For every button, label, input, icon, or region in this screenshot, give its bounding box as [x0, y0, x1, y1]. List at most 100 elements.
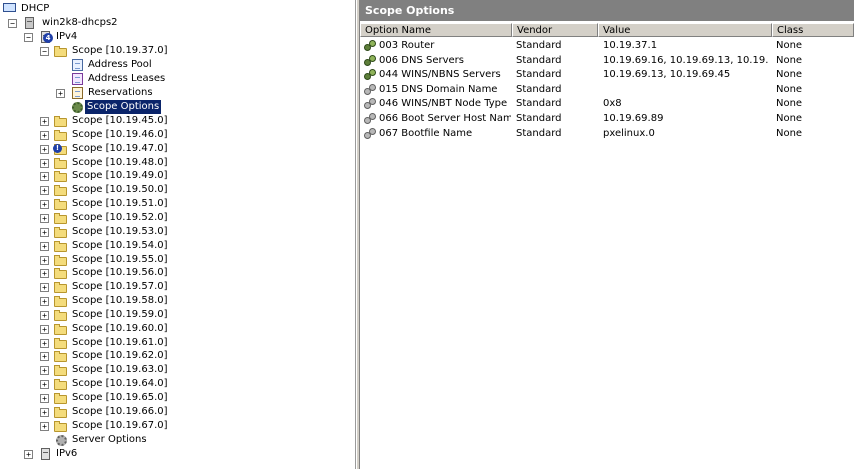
folder-icon: [53, 308, 69, 322]
expand-toggle[interactable]: +: [40, 408, 49, 417]
column-header-option-name[interactable]: Option Name: [360, 23, 512, 37]
tree-label: Scope [10.19.67.0]: [72, 420, 168, 431]
pane-title: Scope Options: [360, 0, 854, 21]
details-pane: Scope Options Option Name Vendor Value C…: [360, 0, 854, 469]
collapse-toggle[interactable]: −: [24, 33, 33, 42]
option-value: 10.19.69.16, 10.19.69.13, 10.19.6...: [603, 55, 769, 66]
option-name: 066 Boot Server Host Name: [379, 113, 511, 124]
gear-icon: [364, 69, 376, 81]
tree-label: Scope [10.19.60.0]: [72, 323, 168, 334]
option-row[interactable]: 066 Boot Server Host Name Standard 10.19.6…: [360, 112, 854, 126]
option-vendor: Standard: [516, 128, 562, 139]
option-row[interactable]: 003 Router Standard 10.19.37.1 None: [360, 39, 854, 53]
folder-icon: [53, 294, 69, 308]
expand-toggle[interactable]: +: [40, 117, 49, 126]
expand-toggle[interactable]: +: [40, 145, 49, 154]
option-value: 0x8: [603, 98, 622, 109]
column-header-class[interactable]: Class: [772, 23, 854, 37]
expand-toggle[interactable]: +: [40, 214, 49, 223]
option-class: None: [776, 128, 803, 139]
tree-label: IPv6: [56, 448, 78, 459]
option-class: None: [776, 113, 803, 124]
folder-icon: [53, 239, 69, 253]
folder-icon: [53, 169, 69, 183]
column-header-vendor[interactable]: Vendor: [512, 23, 598, 37]
tree-label: Scope [10.19.50.0]: [72, 184, 168, 195]
option-value: 10.19.37.1: [603, 40, 658, 51]
address-pool-icon: [70, 58, 86, 72]
expand-toggle[interactable]: +: [40, 352, 49, 361]
folder-icon: [53, 280, 69, 294]
option-vendor: Standard: [516, 55, 562, 66]
option-vendor: Standard: [516, 98, 562, 109]
tree-label-selected: Scope Options: [83, 99, 163, 115]
tree-label: Scope [10.19.59.0]: [72, 309, 168, 320]
tree-label: win2k8-dhcps2: [42, 17, 118, 28]
option-row[interactable]: 044 WINS/NBNS Servers Standard 10.19.69.13…: [360, 68, 854, 82]
folder-icon: [53, 266, 69, 280]
server-options-icon: [54, 433, 70, 447]
column-header-value[interactable]: Value: [598, 23, 772, 37]
expand-toggle[interactable]: +: [40, 200, 49, 209]
expand-toggle[interactable]: +: [40, 325, 49, 334]
collapse-toggle[interactable]: −: [40, 47, 49, 56]
console-tree[interactable]: DHCP − win2k8-dhcps2 − 4 IPv4 − Scope [1…: [0, 0, 356, 469]
collapse-toggle[interactable]: −: [8, 19, 17, 28]
option-name: 046 WINS/NBT Node Type: [379, 98, 508, 109]
folder-icon: [53, 377, 69, 391]
folder-icon: !: [53, 142, 69, 156]
folder-icon: [53, 419, 69, 433]
option-name: 003 Router: [379, 40, 435, 51]
option-class: None: [776, 98, 803, 109]
expand-toggle[interactable]: +: [40, 366, 49, 375]
option-row[interactable]: 015 DNS Domain Name Standard None: [360, 83, 854, 97]
expand-toggle[interactable]: +: [24, 450, 33, 459]
folder-icon: [53, 225, 69, 239]
option-row[interactable]: 067 Bootfile Name Standard pxelinux.0 None: [360, 127, 854, 141]
folder-icon: [53, 156, 69, 170]
tree-label: Address Pool: [88, 59, 152, 70]
gear-icon: [364, 113, 376, 125]
folder-icon: [53, 128, 69, 142]
option-vendor: Standard: [516, 113, 562, 124]
expand-toggle[interactable]: +: [40, 269, 49, 278]
tree-label: Scope [10.19.62.0]: [72, 350, 168, 361]
option-class: None: [776, 69, 803, 80]
ipv4-icon: 4: [38, 30, 54, 44]
expand-toggle[interactable]: +: [40, 131, 49, 140]
expand-toggle[interactable]: +: [40, 394, 49, 403]
tree-label: Scope [10.19.52.0]: [72, 212, 168, 223]
option-value: pxelinux.0: [603, 128, 655, 139]
expand-toggle[interactable]: +: [40, 339, 49, 348]
expand-toggle[interactable]: +: [40, 186, 49, 195]
expand-toggle[interactable]: +: [40, 422, 49, 431]
tree-label: Scope [10.19.61.0]: [72, 337, 168, 348]
option-row[interactable]: 006 DNS Servers Standard 10.19.69.16, 10.1…: [360, 54, 854, 68]
tree-label: Scope [10.19.45.0]: [72, 115, 168, 126]
tree-label: Scope [10.19.66.0]: [72, 406, 168, 417]
expand-toggle[interactable]: +: [40, 256, 49, 265]
gear-icon: [364, 84, 376, 96]
folder-icon: [53, 349, 69, 363]
option-value: 10.19.69.13, 10.19.69.45: [603, 69, 731, 80]
option-class: None: [776, 55, 803, 66]
option-row[interactable]: 046 WINS/NBT Node Type Standard 0x8 None: [360, 97, 854, 111]
expand-toggle[interactable]: +: [40, 380, 49, 389]
folder-icon: [53, 405, 69, 419]
expand-toggle[interactable]: +: [40, 311, 49, 320]
expand-toggle[interactable]: +: [40, 172, 49, 181]
tree-label: Scope [10.19.51.0]: [72, 198, 168, 209]
option-name: 044 WINS/NBNS Servers: [379, 69, 501, 80]
gear-icon: [364, 128, 376, 140]
tree-label: Scope [10.19.64.0]: [72, 378, 168, 389]
expand-toggle[interactable]: +: [40, 159, 49, 168]
column-header-row: Option Name Vendor Value Class: [360, 23, 854, 37]
expand-toggle[interactable]: +: [40, 242, 49, 251]
expand-toggle[interactable]: +: [40, 297, 49, 306]
gear-icon: [364, 40, 376, 52]
ipv6-icon: [38, 447, 54, 461]
expand-toggle[interactable]: +: [40, 228, 49, 237]
expand-toggle[interactable]: +: [40, 283, 49, 292]
expand-toggle[interactable]: +: [56, 89, 65, 98]
tree-label: Scope [10.19.53.0]: [72, 226, 168, 237]
